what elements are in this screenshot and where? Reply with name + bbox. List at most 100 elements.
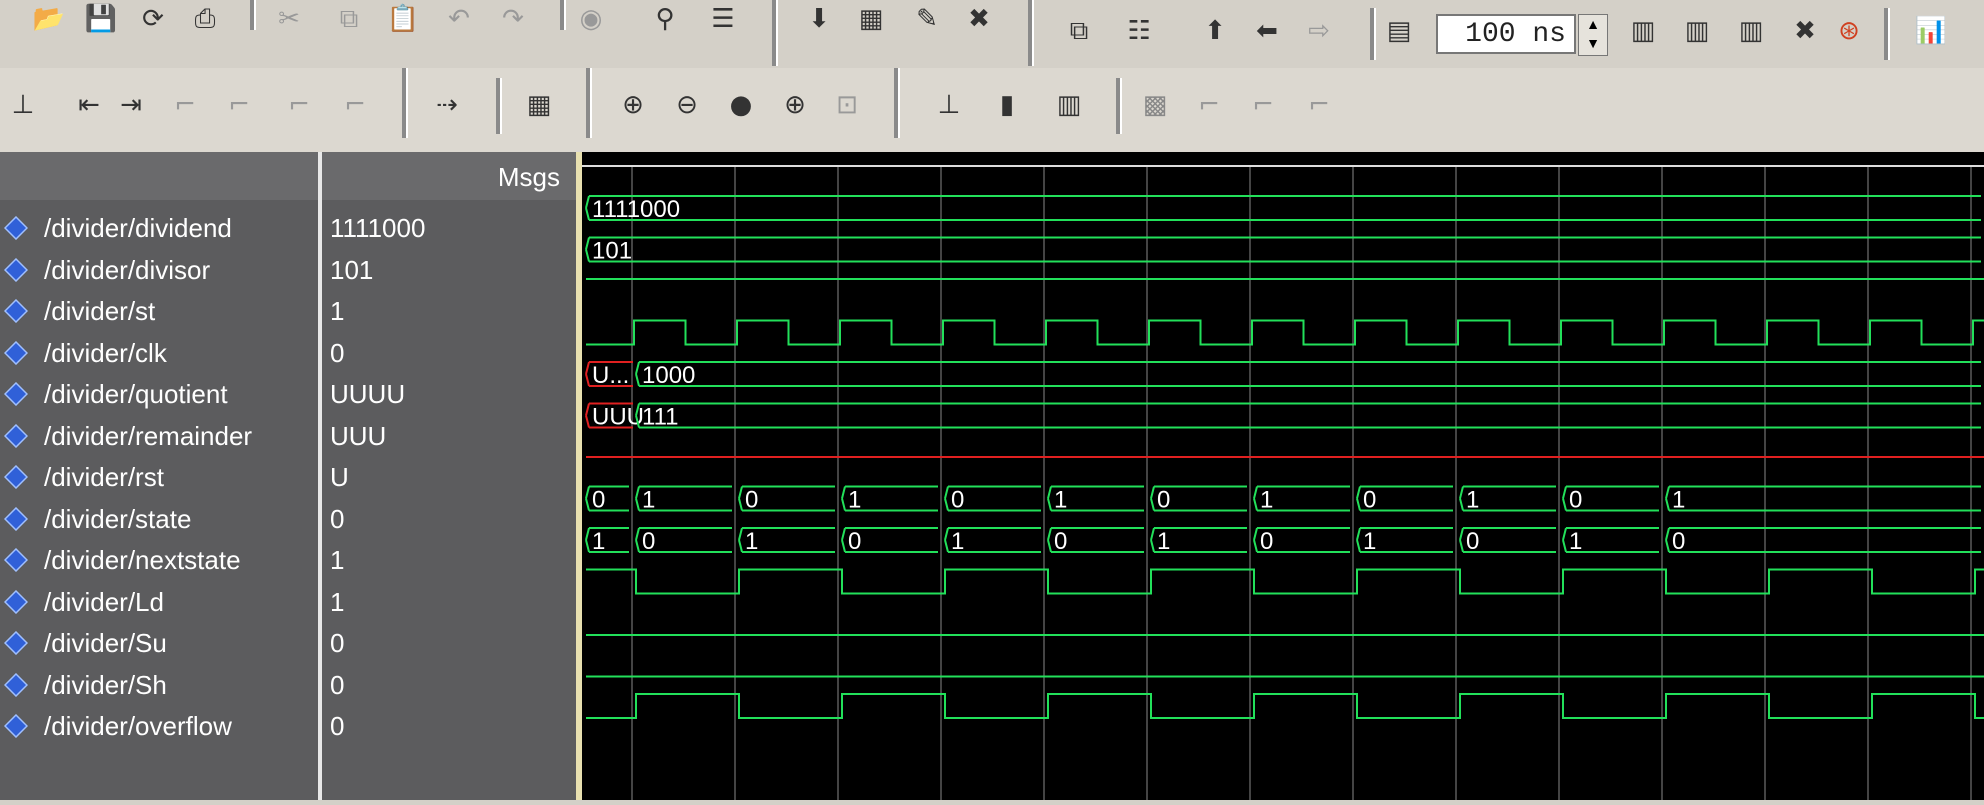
signal-row-remainder[interactable]: /divider/remainder bbox=[0, 416, 318, 456]
main-toolbar: 📂 💾 ⟳ ⎙ ✂ ⧉ 📋 ↶ ↷ ◉ ⚲ ☰ ⬇ ▦ ✎ ✖ ⧉ ☷ ⬆ ⬅ … bbox=[0, 0, 1984, 68]
pane-divider[interactable] bbox=[318, 152, 322, 800]
stop-icon[interactable]: ✖ bbox=[960, 0, 998, 38]
arrow-up-icon[interactable]: ⬆ bbox=[1196, 12, 1234, 50]
bus-value-label: 1 bbox=[745, 528, 758, 555]
zoom-cursor-icon[interactable]: ⊕ bbox=[776, 86, 814, 124]
memory-icon[interactable]: ▦ bbox=[852, 0, 890, 38]
edge-falling-icon[interactable]: ⌐ bbox=[166, 86, 204, 124]
bus-transition bbox=[738, 486, 743, 511]
signal-row-nextstate[interactable]: /divider/nextstate bbox=[0, 540, 318, 580]
signal-row-su[interactable]: /divider/Su bbox=[0, 623, 318, 663]
cursor-add-icon[interactable]: ⊥ bbox=[4, 86, 42, 124]
signal-value: UUUU bbox=[330, 379, 406, 409]
print-icon[interactable]: ⎙ bbox=[186, 0, 224, 38]
step-out-icon[interactable]: ▥ bbox=[1732, 12, 1770, 50]
wave-edge3-icon[interactable]: ⌐ bbox=[1300, 86, 1338, 124]
run-time-input[interactable]: 100 ns bbox=[1436, 14, 1576, 54]
zoom-out-icon[interactable]: ⊖ bbox=[668, 86, 706, 124]
signal-row-state[interactable]: /divider/state bbox=[0, 499, 318, 539]
cut-icon[interactable]: ✂ bbox=[270, 0, 308, 38]
signal-row-clk[interactable]: /divider/clk bbox=[0, 333, 318, 373]
run-length-icon[interactable]: ▤ bbox=[1380, 12, 1418, 50]
bus-transition bbox=[635, 361, 640, 387]
arrow-right-icon[interactable]: ⇨ bbox=[1300, 12, 1338, 50]
structure-icon[interactable]: ☰ bbox=[704, 0, 742, 38]
wave-bar-icon[interactable]: ▮ bbox=[988, 86, 1026, 124]
signal-row-sh[interactable]: /divider/Sh bbox=[0, 665, 318, 705]
signal-row-ld[interactable]: /divider/Ld bbox=[0, 582, 318, 622]
copy-icon[interactable]: ⧉ bbox=[330, 0, 368, 38]
refresh-icon[interactable]: ⟳ bbox=[134, 0, 172, 38]
list-dropdown-icon[interactable]: ☷ bbox=[1120, 12, 1158, 50]
signal-diamond-icon bbox=[4, 548, 28, 572]
name-column-header[interactable] bbox=[0, 152, 318, 200]
undo-icon[interactable]: ↶ bbox=[440, 0, 478, 38]
dataflow-icon[interactable]: ▦ bbox=[520, 86, 558, 124]
bus-transition bbox=[1562, 527, 1567, 553]
signal-name: /divider/clk bbox=[44, 337, 167, 368]
bus-transition bbox=[1047, 486, 1052, 511]
run-icon[interactable]: ◉ bbox=[572, 0, 610, 38]
bus-value-label: 1 bbox=[642, 487, 655, 514]
collapse-icon[interactable]: ⇢ bbox=[428, 86, 466, 124]
bus-transition bbox=[1150, 527, 1155, 553]
wave-grid-icon[interactable]: ▥ bbox=[1050, 86, 1088, 124]
bus-transition bbox=[1665, 527, 1670, 553]
save-icon[interactable]: 💾 bbox=[82, 0, 120, 38]
bus-value-label: 1 bbox=[1569, 528, 1582, 555]
signal-diamond-icon bbox=[4, 216, 28, 240]
signal-row-st[interactable]: /divider/st bbox=[0, 291, 318, 331]
find-icon[interactable]: ⚲ bbox=[646, 0, 684, 38]
signal-row-dividend[interactable]: /divider/dividend bbox=[0, 208, 318, 248]
msgs-header: Msgs bbox=[497, 162, 560, 192]
profile-icon[interactable]: ✎ bbox=[908, 0, 946, 38]
bus-transition bbox=[585, 237, 590, 262]
signal-value: 1 bbox=[330, 545, 345, 575]
bus-value-label: 1 bbox=[951, 528, 964, 555]
signal-row-quotient[interactable]: /divider/quotient bbox=[0, 374, 318, 414]
bus-value-label: 1 bbox=[848, 487, 861, 514]
signal-diamond-icon bbox=[4, 340, 28, 365]
wave-edge1-icon[interactable]: ⌐ bbox=[1190, 86, 1228, 124]
bus-value-label: 0 bbox=[1054, 528, 1067, 555]
signal-diamond-icon bbox=[4, 299, 28, 323]
edge-rising-icon[interactable]: ⌐ bbox=[220, 86, 258, 124]
zoom-in-icon[interactable]: ⊕ bbox=[614, 86, 652, 124]
step-over-icon[interactable]: ▥ bbox=[1678, 12, 1716, 50]
signal-name: /divider/state bbox=[44, 503, 192, 534]
redo-icon[interactable]: ↷ bbox=[494, 0, 532, 38]
bus-value-label: 0 bbox=[1466, 528, 1479, 555]
signal-value: 0 bbox=[330, 628, 345, 658]
copy-window-icon[interactable]: ⧉ bbox=[1060, 12, 1098, 50]
step-icon[interactable]: ▥ bbox=[1624, 12, 1662, 50]
signal-name: /divider/Su bbox=[44, 628, 167, 658]
arrow-left-icon[interactable]: ⬅ bbox=[1248, 12, 1286, 50]
waveform-area[interactable]: 1111000 101 U... 1000 UUU 111 0 1 0 1 0 1 0 1 0 1 0 1 1 0 1 0… bbox=[582, 152, 1984, 800]
break-icon[interactable]: ✖ bbox=[1786, 12, 1824, 50]
zoom-region-icon[interactable]: ⊡ bbox=[828, 86, 866, 124]
restart-icon[interactable]: ⊛ bbox=[1830, 12, 1868, 50]
open-folder-icon[interactable]: 📂 bbox=[30, 0, 68, 38]
cursor-prev-icon[interactable]: ⇤ bbox=[70, 86, 108, 124]
signal-row-overflow[interactable]: /divider/overflow bbox=[0, 706, 318, 746]
signal-diamond-icon bbox=[4, 465, 28, 489]
signal-row-divisor[interactable]: /divider/divisor bbox=[0, 250, 318, 290]
wave-cursor-icon[interactable]: ⊥ bbox=[930, 86, 968, 124]
bus-value-label: 0 bbox=[848, 528, 861, 555]
zoom-full-icon[interactable]: ● bbox=[722, 86, 760, 124]
signal-row-rst[interactable]: /divider/rst bbox=[0, 457, 318, 497]
wave-fill-icon[interactable]: ▩ bbox=[1136, 86, 1174, 124]
cursor-next-icon[interactable]: ⇥ bbox=[112, 86, 150, 124]
signal-name: /divider/quotient bbox=[44, 379, 228, 409]
import-icon[interactable]: ⬇ bbox=[800, 0, 838, 38]
bus-transition bbox=[1459, 527, 1464, 553]
chart-icon[interactable]: 📊 bbox=[1912, 12, 1950, 50]
edge-any-icon[interactable]: ⌐ bbox=[280, 86, 318, 124]
paste-icon[interactable]: 📋 bbox=[384, 0, 422, 38]
signal-value: 1111000 bbox=[330, 213, 426, 243]
wave-edge2-icon[interactable]: ⌐ bbox=[1244, 86, 1282, 124]
run-time-spinner[interactable]: ▲ ▼ bbox=[1578, 14, 1608, 56]
signal-diamond-icon bbox=[4, 631, 28, 655]
edge-next-icon[interactable]: ⌐ bbox=[336, 86, 374, 124]
signal-name: /divider/Ld bbox=[44, 586, 164, 617]
